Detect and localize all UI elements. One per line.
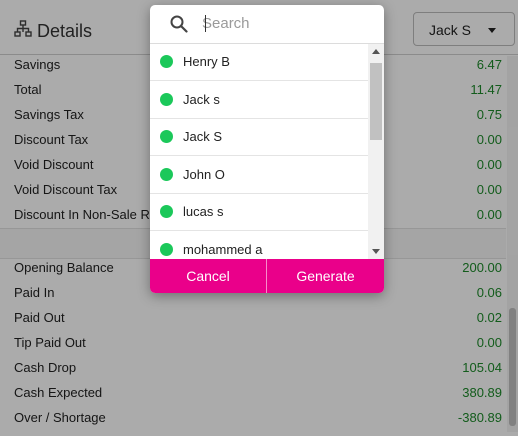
text-cursor [205,15,206,32]
status-dot-icon [160,242,173,256]
search-input[interactable] [202,12,372,34]
modal-footer: Cancel Generate [150,259,384,293]
employee-name: Jack S [183,129,223,144]
employee-name: mohammed a [183,241,263,257]
employee-list-item[interactable]: John O [150,157,368,194]
generate-button[interactable]: Generate [267,259,384,293]
employee-list-item[interactable]: Jack S [150,119,368,156]
cancel-button[interactable]: Cancel [150,259,267,293]
employee-name: lucas s [183,204,224,219]
employee-name: John O [183,166,225,182]
search-bar [150,5,384,44]
status-dot-icon [160,55,173,68]
status-dot-icon [160,92,173,106]
employee-list: Henry B Jack s Jack S John O lucas s mohammed… [150,44,384,259]
employee-list-item[interactable]: mohammed a [150,232,368,260]
scroll-up-arrow-icon[interactable] [372,49,380,54]
employee-name: Jack s [183,91,220,107]
status-dot-icon [160,130,173,143]
list-scrollbar[interactable] [368,44,384,259]
employee-list-item[interactable]: Jack s [150,82,368,119]
employee-list-item[interactable]: lucas s [150,194,368,231]
employee-name: Henry B [183,54,230,69]
scroll-down-arrow-icon[interactable] [372,249,380,254]
status-dot-icon [160,205,173,218]
employee-picker-modal: Henry B Jack s Jack S John O lucas s mohammed… [150,5,384,293]
list-scrollbar-thumb[interactable] [370,63,382,140]
employee-list-item[interactable]: Henry B [150,44,368,81]
status-dot-icon [160,167,173,181]
